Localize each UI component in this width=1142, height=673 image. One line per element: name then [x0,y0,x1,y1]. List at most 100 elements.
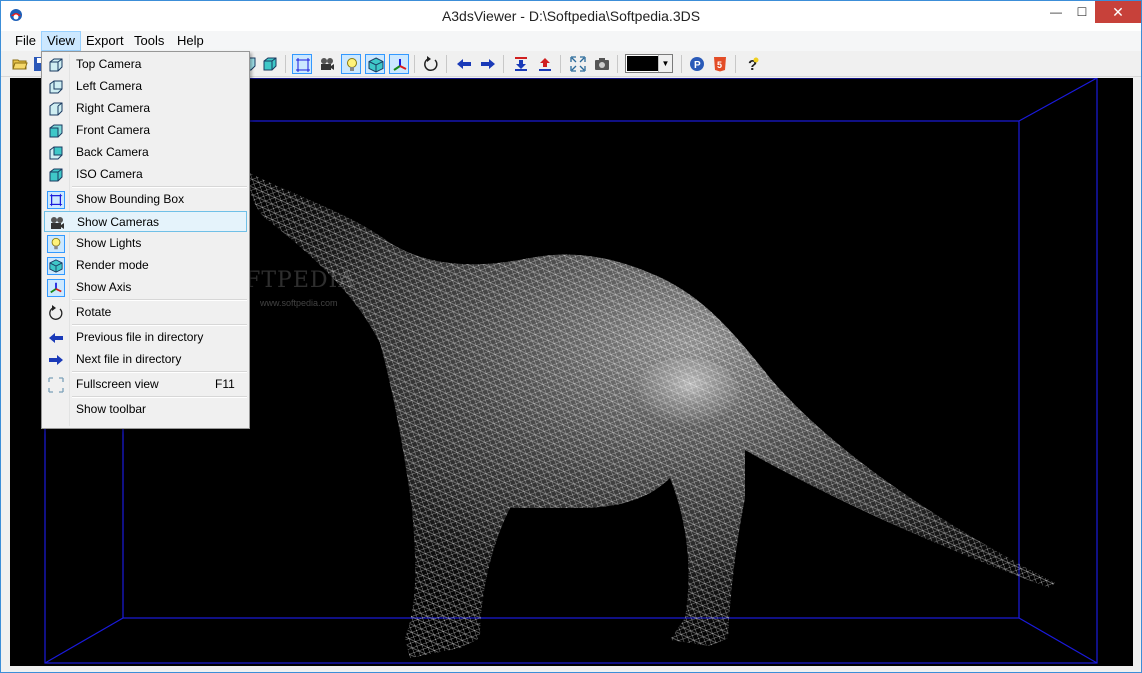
help-icon: ? [748,57,759,72]
menu-item-label: Show Cameras [77,215,160,229]
menu-separator [72,396,247,398]
window-title: A3dsViewer - D:\Softpedia\Softpedia.3DS [441,8,701,24]
menu-item-show-toolbar[interactable]: Show toolbar [44,399,247,420]
chevron-down-icon[interactable]: ▼ [658,55,672,72]
tb-html5-button[interactable]: 5 [710,54,730,74]
toolbar-separator [414,55,415,73]
menu-item-iso-camera[interactable]: ISO Camera [44,164,247,185]
background-color-combo[interactable]: ▼ [625,54,673,73]
toolbar-separator [503,55,504,73]
menu-item-front-camera[interactable]: Front Camera [44,120,247,141]
menu-item-show-bounding-box[interactable]: Show Bounding Box [44,189,247,210]
menu-item-label: Back Camera [76,145,149,159]
tb-paypal-button[interactable]: P [687,54,707,74]
axis-icon [393,59,407,71]
menu-item-label: Left Camera [76,79,143,93]
menu-item-label: Top Camera [76,57,142,71]
svg-text:P: P [694,60,701,71]
menu-item-show-lights[interactable]: Show Lights [44,233,247,254]
menu-file[interactable]: File [10,32,41,50]
tb-fullscreen-button[interactable] [568,54,588,74]
menu-item-render-mode[interactable]: Render mode [44,255,247,276]
menu-item-label: Show Lights [76,236,142,250]
left-camera-icon [47,78,65,96]
menu-item-show-axis[interactable]: Show Axis [44,277,247,298]
open-button[interactable] [10,54,30,74]
svg-text:5: 5 [717,60,722,70]
tb-bounding-box-button[interactable] [292,54,312,74]
iso-camera-icon [263,57,277,71]
tb-render-mode-button[interactable] [365,54,385,74]
menu-export[interactable]: Export [81,32,129,50]
html5-icon: 5 [714,57,726,72]
menu-item-label: ISO Camera [76,167,143,181]
menu-item-label: Rotate [76,305,112,319]
next-file-icon [481,59,495,69]
close-button[interactable]: ✕ [1095,1,1141,23]
menu-separator [72,371,247,373]
menu-item-label: Show toolbar [76,402,147,416]
iso-camera-icon [47,166,65,184]
menu-item-top-camera[interactable]: Top Camera [44,54,247,75]
menu-item-label: Next file in directory [76,352,182,366]
menu-help[interactable]: Help [172,32,209,50]
menu-item-previous-file[interactable]: Previous file in directory [44,327,247,348]
menu-item-back-camera[interactable]: Back Camera [44,142,247,163]
menu-item-label: Fullscreen view [76,377,159,391]
menu-separator [72,324,247,326]
menu-item-label: Right Camera [76,101,151,115]
tb-screenshot-button[interactable] [592,54,612,74]
paypal-icon: P [690,57,704,71]
lights-icon [47,235,65,253]
toolbar-separator [735,55,736,73]
tb-axis-button[interactable] [389,54,409,74]
tb-import-button[interactable] [511,54,531,74]
menu-item-label: Previous file in directory [76,330,204,344]
import-icon [515,57,527,71]
tb-previous-file-button[interactable] [454,54,474,74]
menu-item-label: Show Axis [76,280,132,294]
render-mode-icon [47,257,65,275]
toolbar-separator [560,55,561,73]
next-file-icon [47,351,65,369]
menu-item-right-camera[interactable]: Right Camera [44,98,247,119]
menu-item-label: Front Camera [76,123,151,137]
menu-view[interactable]: View [41,31,81,51]
right-camera-icon [47,100,65,118]
tb-iso-camera-button[interactable] [260,54,280,74]
menu-item-fullscreen-view[interactable]: Fullscreen view F11 [44,374,247,395]
menu-item-left-camera[interactable]: Left Camera [44,76,247,97]
menu-bar: File View Export Tools Help [1,31,1141,51]
title-bar[interactable]: A3dsViewer - D:\Softpedia\Softpedia.3DS … [1,1,1141,31]
app-window: A3dsViewer - D:\Softpedia\Softpedia.3DS … [0,0,1142,673]
tb-rotate-button[interactable] [421,54,441,74]
lights-icon [347,58,357,71]
menu-tools[interactable]: Tools [129,32,169,50]
toolbar-separator [681,55,682,73]
top-camera-icon [47,56,65,74]
bounding-box-icon [47,191,65,209]
tb-help-button[interactable]: ? [743,54,763,74]
maximize-button[interactable]: ☐ [1067,1,1097,23]
tb-next-file-button[interactable] [478,54,498,74]
menu-item-show-cameras[interactable]: Show Cameras [44,211,247,232]
screenshot-icon [595,58,609,70]
front-camera-icon [47,122,65,140]
menu-item-rotate[interactable]: Rotate [44,302,247,323]
toolbar-separator [617,55,618,73]
toolbar-separator [285,55,286,73]
fullscreen-icon [47,376,65,394]
view-menu-dropdown: Top Camera Left Camera Right Camera Fron… [41,51,250,429]
menu-item-next-file[interactable]: Next file in directory [44,349,247,370]
back-camera-icon [47,144,65,162]
open-icon [12,59,28,70]
rotate-icon [47,304,65,322]
rotate-icon [424,56,438,72]
menu-item-label: Show Bounding Box [76,192,185,206]
menu-separator [72,186,247,188]
tb-export-button[interactable] [535,54,555,74]
cameras-icon [321,58,334,70]
previous-file-icon [457,59,471,69]
tb-lights-button[interactable] [341,54,361,74]
tb-cameras-button[interactable] [317,54,337,74]
